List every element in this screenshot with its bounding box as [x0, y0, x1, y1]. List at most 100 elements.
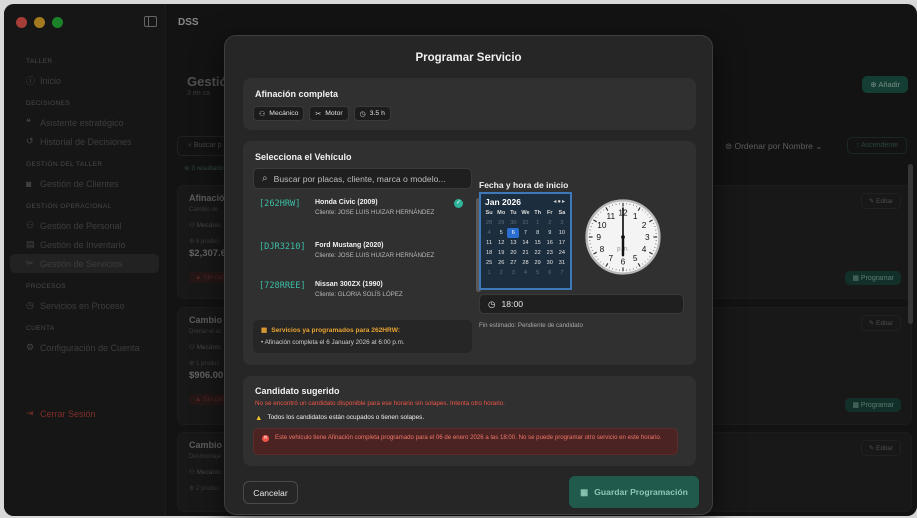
- vehicle-client: Cliente: JOSE LUIS HUIZAR HERNÁNDEZ: [315, 252, 435, 259]
- calendar-day[interactable]: 29: [495, 218, 507, 228]
- calendar-day[interactable]: 30: [544, 258, 556, 268]
- chip-role: ⚇ Mecánico: [253, 106, 305, 121]
- calendar-day[interactable]: 12: [495, 238, 507, 248]
- clock-number: 3: [645, 232, 650, 242]
- calendar-header: Jan 2026 ◂●▸: [483, 196, 568, 207]
- calendar-day-selected[interactable]: 6: [507, 228, 520, 238]
- vehicle-item[interactable]: [262HRW] Honda Civic (2009) Cliente: JOS…: [253, 195, 463, 231]
- calendar-day[interactable]: 28: [483, 218, 495, 228]
- calendar-day[interactable]: 21: [519, 248, 531, 258]
- calendar-day[interactable]: 5: [495, 228, 507, 238]
- warning-icon: ▲: [255, 413, 263, 422]
- service-name: Afinación completa: [255, 89, 339, 99]
- datetime-label: Fecha y hora de inicio: [479, 180, 569, 190]
- calendar-day[interactable]: 20: [507, 248, 519, 258]
- calendar-day[interactable]: 2: [495, 268, 507, 278]
- calendar-day[interactable]: 3: [556, 218, 568, 228]
- calendar-day[interactable]: 29: [532, 258, 544, 268]
- calendar-day[interactable]: 15: [532, 238, 544, 248]
- vehicle-section: Selecciona el Vehículo ⌕ Buscar por plac…: [243, 141, 696, 365]
- weekday-label: Sa: [558, 210, 566, 216]
- calendar-day[interactable]: 1: [483, 268, 495, 278]
- vehicle-item[interactable]: [728RREE] Nissan 300ZX (1990) Cliente: G…: [253, 277, 463, 313]
- time-input[interactable]: ◷ 18:00: [479, 294, 684, 314]
- calendar-day[interactable]: 18: [483, 248, 495, 258]
- vehicle-plate: [728RREE]: [259, 281, 306, 291]
- vehicle-name: Ford Mustang (2020): [315, 242, 384, 249]
- calendar-day[interactable]: 22: [532, 248, 544, 258]
- chip-area-label: Motor: [325, 110, 343, 117]
- calendar-day[interactable]: 3: [507, 268, 519, 278]
- clock-center: [621, 235, 625, 239]
- vehicle-client: Cliente: GLORIA SOLÍS LÓPEZ: [315, 291, 403, 298]
- clock-number: 2: [642, 220, 647, 230]
- calendar-day[interactable]: 27: [507, 258, 519, 268]
- conflict-alert: ✕ Este vehículo tiene Afinación completa…: [253, 428, 678, 455]
- chip-area: ✂ Motor: [309, 106, 349, 121]
- weekday-label: Su: [485, 210, 493, 216]
- vehicle-plate: [262HRW]: [259, 199, 301, 209]
- calendar-day[interactable]: 7: [519, 228, 531, 238]
- service-summary: Afinación completa ⚇ Mecánico ✂ Motor ◷ 3.5…: [243, 78, 696, 130]
- clock-number: 10: [597, 220, 607, 230]
- vehicle-name: Honda Civic (2009): [315, 199, 378, 206]
- weekday-label: We: [521, 210, 530, 216]
- calendar-day[interactable]: 16: [544, 238, 556, 248]
- vehicle-search-input[interactable]: ⌕ Buscar por placas, cliente, marca o mo…: [253, 168, 472, 189]
- save-schedule-button[interactable]: ▦ Guardar Programación: [569, 476, 699, 508]
- calendar-nav[interactable]: ◂●▸: [553, 198, 566, 205]
- calendar-day[interactable]: 31: [519, 218, 531, 228]
- clock-number: 9: [596, 232, 601, 242]
- calendar-day[interactable]: 26: [495, 258, 507, 268]
- calendar-day[interactable]: 30: [507, 218, 519, 228]
- calendar-day[interactable]: 1: [532, 218, 544, 228]
- date-picker[interactable]: Jan 2026 ◂●▸ Su Mo Tu We Th Fr Sa 28 29 30 31 1 2 3 4 5…: [479, 192, 572, 290]
- calendar-day[interactable]: 23: [544, 248, 556, 258]
- chip-role-label: Mecánico: [269, 110, 299, 117]
- cancel-button[interactable]: Cancelar: [243, 481, 298, 504]
- vehicle-list: [262HRW] Honda Civic (2009) Cliente: JOS…: [253, 195, 481, 313]
- calendar-day[interactable]: 9: [544, 228, 556, 238]
- schedule-service-dialog: Programar Servicio Afinación completa ⚇ M…: [224, 35, 713, 515]
- clock-number: 4: [642, 244, 647, 254]
- calendar-day[interactable]: 13: [507, 238, 519, 248]
- clock-number: 5: [633, 253, 638, 263]
- chip-duration-label: 3.5 h: [369, 110, 385, 117]
- vehicle-search-placeholder: Buscar por placas, cliente, marca o mode…: [273, 173, 446, 184]
- weekday-label: Th: [534, 210, 542, 216]
- search-icon: ⌕: [262, 173, 268, 184]
- calendar-day[interactable]: 4: [483, 228, 495, 238]
- calendar-day[interactable]: 28: [519, 258, 531, 268]
- candidate-title: Candidato sugerido: [255, 386, 340, 396]
- calendar-day[interactable]: 10: [556, 228, 568, 238]
- clock-number: 8: [600, 244, 605, 254]
- calendar-day[interactable]: 11: [483, 238, 495, 248]
- people-icon: ⚇: [259, 110, 266, 118]
- clock-face[interactable]: 121234567891011p.m.: [585, 199, 661, 275]
- clock-icon: ◷: [359, 110, 366, 118]
- clock-number: 1: [633, 211, 638, 221]
- calendar-day[interactable]: 4: [519, 268, 531, 278]
- vehicle-item[interactable]: [DJR3210] Ford Mustang (2020) Cliente: J…: [253, 238, 463, 274]
- calendar-day[interactable]: 2: [544, 218, 556, 228]
- weekday-label: Mo: [497, 210, 506, 216]
- calendar-month: Jan 2026: [485, 196, 521, 207]
- calendar-day[interactable]: 19: [495, 248, 507, 258]
- next-month-icon[interactable]: ▸: [562, 199, 566, 205]
- service-chips: ⚇ Mecánico ✂ Motor ◷ 3.5 h: [253, 106, 391, 121]
- calendar-day[interactable]: 8: [532, 228, 544, 238]
- calendar-day[interactable]: 6: [544, 268, 556, 278]
- calendar-day[interactable]: 7: [556, 268, 568, 278]
- calendar-day[interactable]: 5: [532, 268, 544, 278]
- calendar-grid: Su Mo Tu We Th Fr Sa 28 29 30 31 1 2 3 4 5 6 7 8 9 10 11 12 13 1…: [483, 208, 568, 278]
- calendar-day[interactable]: 17: [556, 238, 568, 248]
- candidate-error: No se encontró un candidato disponible p…: [255, 400, 505, 407]
- calendar-day[interactable]: 31: [556, 258, 568, 268]
- error-icon: ✕: [262, 435, 269, 442]
- dialog-title: Programar Servicio: [415, 52, 522, 64]
- calendar-day[interactable]: 24: [556, 248, 568, 258]
- calendar-day[interactable]: 25: [483, 258, 495, 268]
- calendar-day[interactable]: 14: [519, 238, 531, 248]
- candidate-warning-label: Todos los candidatos están ocupados o ti…: [267, 414, 425, 421]
- weekday-label: Tu: [510, 210, 517, 216]
